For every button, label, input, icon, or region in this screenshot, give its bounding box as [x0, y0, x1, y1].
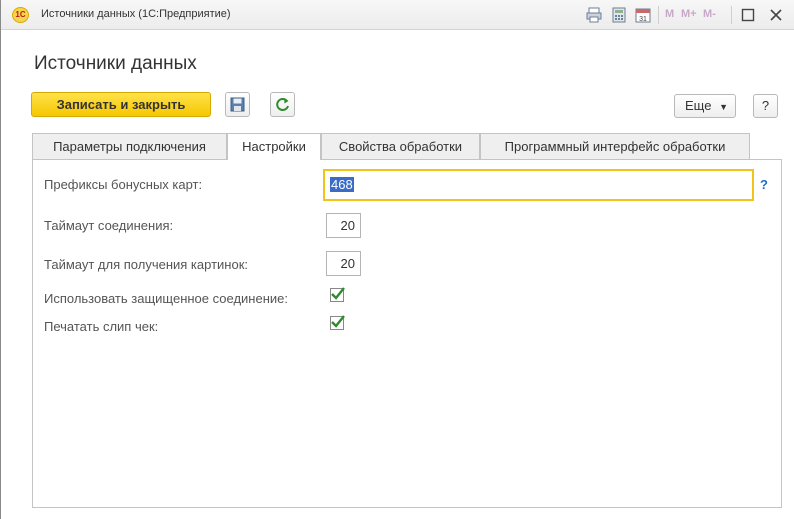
maximize-icon[interactable] — [741, 8, 755, 24]
calendar-icon[interactable]: 31 — [635, 7, 651, 23]
image-timeout-label: Таймаут для получения картинок: — [44, 257, 248, 272]
save-button[interactable] — [225, 92, 250, 117]
tab-connection-parameters[interactable]: Параметры подключения — [32, 133, 227, 159]
calculator-icon[interactable] — [611, 7, 627, 23]
bonus-prefix-label: Префиксы бонусных карт: — [44, 177, 203, 192]
secure-connection-checkbox[interactable] — [330, 287, 345, 302]
bonus-prefix-value: 468 — [330, 177, 354, 192]
print-slip-checkbox[interactable] — [330, 315, 345, 330]
save-and-close-button[interactable]: Записать и закрыть — [31, 92, 211, 117]
floppy-disk-icon — [230, 97, 245, 112]
memory-plus-button[interactable]: M+ — [681, 8, 697, 20]
tab-settings[interactable]: Настройки — [227, 133, 321, 160]
close-icon[interactable] — [769, 8, 783, 24]
app-window: 1С Источники данных (1С:Предприятие) 31 … — [0, 0, 794, 519]
bonus-prefix-input[interactable]: 468 — [323, 169, 754, 201]
checkmark-icon — [331, 315, 345, 328]
page-title: Источники данных — [34, 53, 197, 74]
print-slip-label: Печатать слип чек: — [44, 319, 159, 334]
toolbar-divider — [658, 6, 659, 24]
secure-connection-label: Использовать защищенное соединение: — [44, 291, 288, 306]
tab-processing-api[interactable]: Программный интерфейс обработки — [480, 133, 750, 159]
memory-m-button[interactable]: M — [665, 8, 674, 20]
memory-minus-button[interactable]: M- — [703, 8, 716, 20]
image-timeout-input[interactable]: 20 — [326, 251, 361, 276]
connection-timeout-label: Таймаут соединения: — [44, 218, 174, 233]
more-menu-button[interactable]: Еще ▼ — [674, 94, 736, 118]
app-logo-icon: 1С — [12, 7, 29, 23]
toolbar-divider — [731, 6, 732, 24]
tab-processing-properties[interactable]: Свойства обработки — [321, 133, 480, 159]
connection-timeout-input[interactable]: 20 — [326, 213, 361, 238]
refresh-icon — [276, 98, 289, 111]
checkmark-icon — [331, 287, 345, 300]
help-button[interactable]: ? — [753, 94, 778, 118]
bonus-prefix-help-link[interactable]: ? — [760, 177, 768, 192]
refresh-button[interactable] — [270, 92, 295, 117]
title-bar: 1С Источники данных (1С:Предприятие) 31 … — [1, 0, 794, 30]
print-icon[interactable] — [586, 7, 602, 23]
chevron-down-icon: ▼ — [719, 102, 728, 112]
window-title: Источники данных (1С:Предприятие) — [41, 8, 231, 20]
more-button-label: Еще — [685, 98, 712, 113]
svg-text:31: 31 — [639, 16, 647, 23]
